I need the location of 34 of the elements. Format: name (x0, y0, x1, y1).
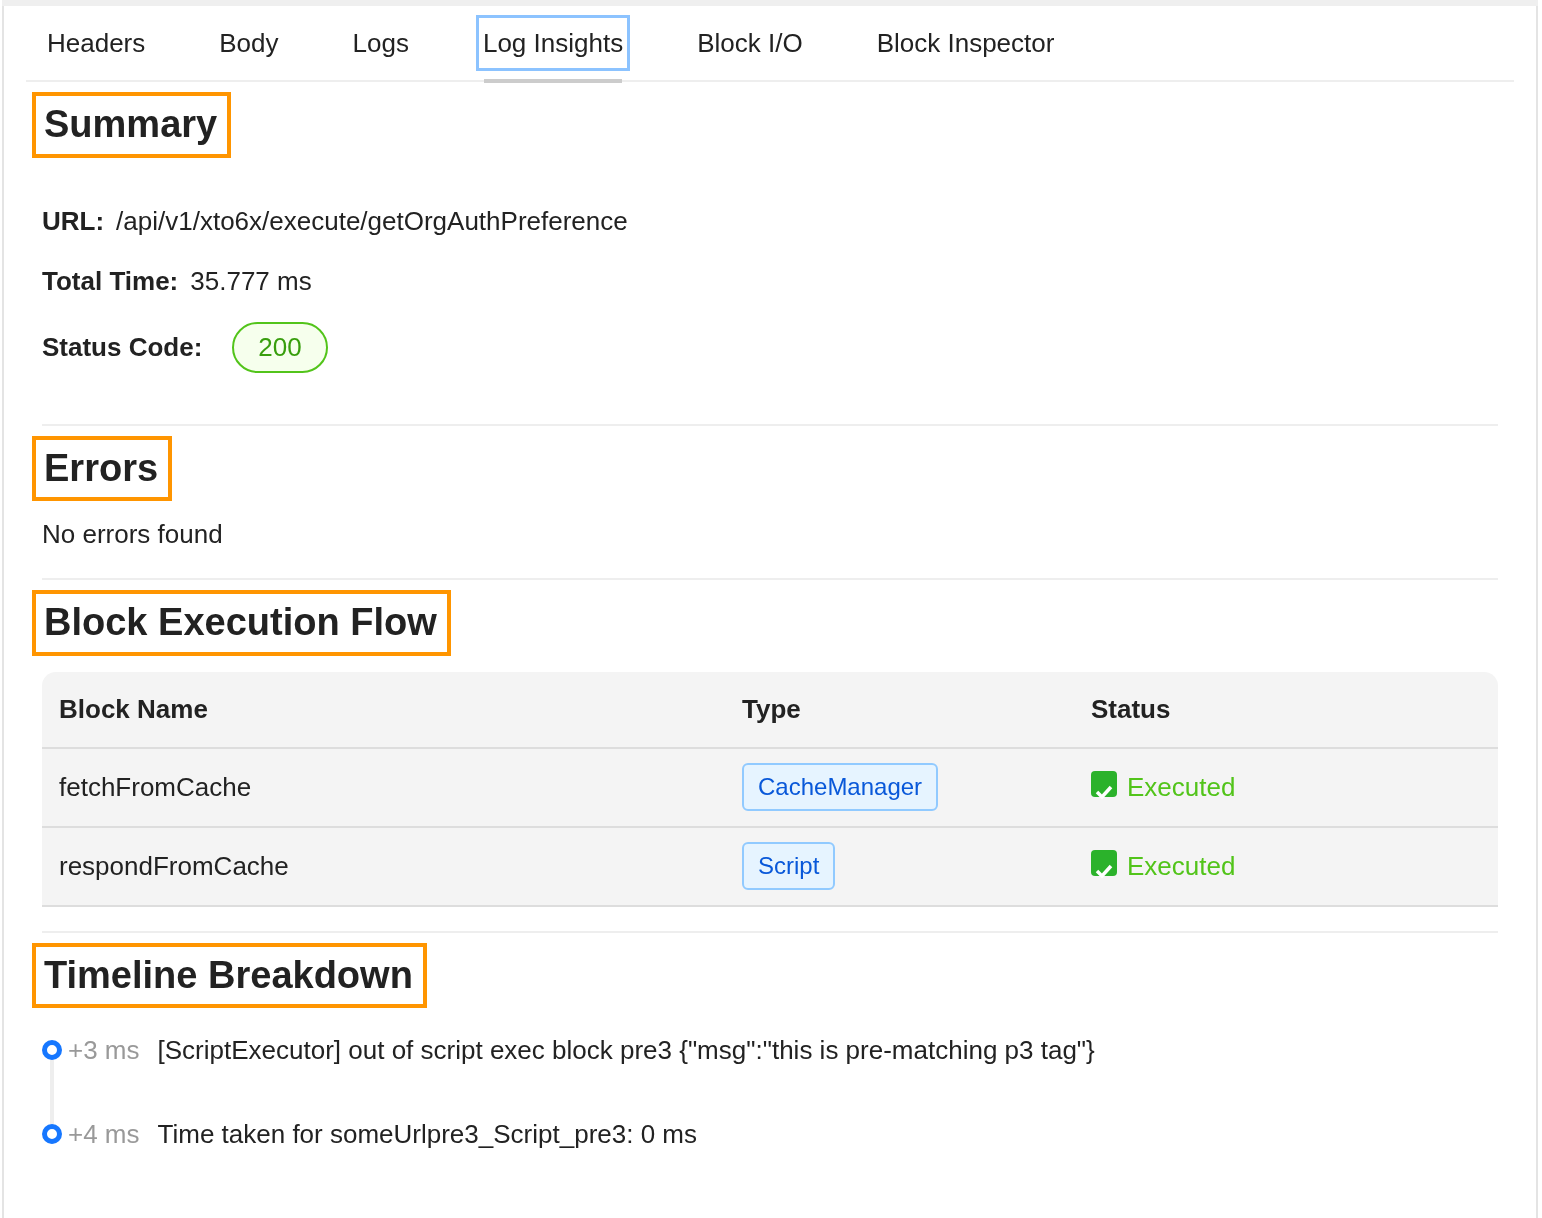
log-message: Time taken for someUrlpre3_Script_pre3: 0 ms (157, 1117, 697, 1151)
time-offset: +4 ms (68, 1117, 140, 1151)
section-heading: Errors (32, 435, 173, 502)
empty-message: No errors found (42, 519, 223, 550)
section-heading: Block Execution Flow (32, 590, 451, 656)
timeline-dot-icon (42, 1040, 62, 1061)
type-tag: Script (742, 842, 836, 891)
section-heading: Timeline Breakdown (32, 942, 427, 1009)
column-header: Type (741, 692, 802, 726)
field-label: URL: (42, 205, 105, 239)
tab[interactable]: Headers (40, 15, 153, 71)
tab[interactable]: Log Insights (475, 15, 631, 71)
log-message: [ScriptExecutor] out of script exec block pre3 {"msg":"this is pre-matching p3 tag"} (157, 1033, 1095, 1067)
timeline-dot-icon (42, 1124, 62, 1145)
check-icon (1091, 770, 1117, 797)
status-text: Executed (1127, 771, 1236, 802)
tab[interactable]: Logs (345, 15, 416, 71)
status-code-badge: 200 (232, 322, 328, 374)
field-label: Status Code: (42, 331, 203, 365)
tab[interactable]: Block Inspector (869, 15, 1062, 71)
check-icon (1091, 849, 1117, 876)
section-heading: Summary (32, 92, 232, 158)
tab[interactable]: Block I/O (690, 15, 810, 71)
table-cell-text: respondFromCache (58, 849, 290, 883)
tab[interactable]: Body (212, 15, 286, 71)
type-tag: CacheManager (742, 763, 939, 812)
time-offset: +3 ms (68, 1033, 140, 1067)
field-value: /api/v1/xto6x/execute/getOrgAuthPreference (116, 205, 628, 239)
field-label: Total Time: (42, 265, 179, 299)
table-cell-text: fetchFromCache (58, 770, 253, 804)
field-value: 35.777 ms (190, 265, 312, 299)
column-header: Block Name (58, 692, 209, 726)
status-text: Executed (1127, 850, 1236, 881)
column-header: Status (1090, 692, 1172, 726)
